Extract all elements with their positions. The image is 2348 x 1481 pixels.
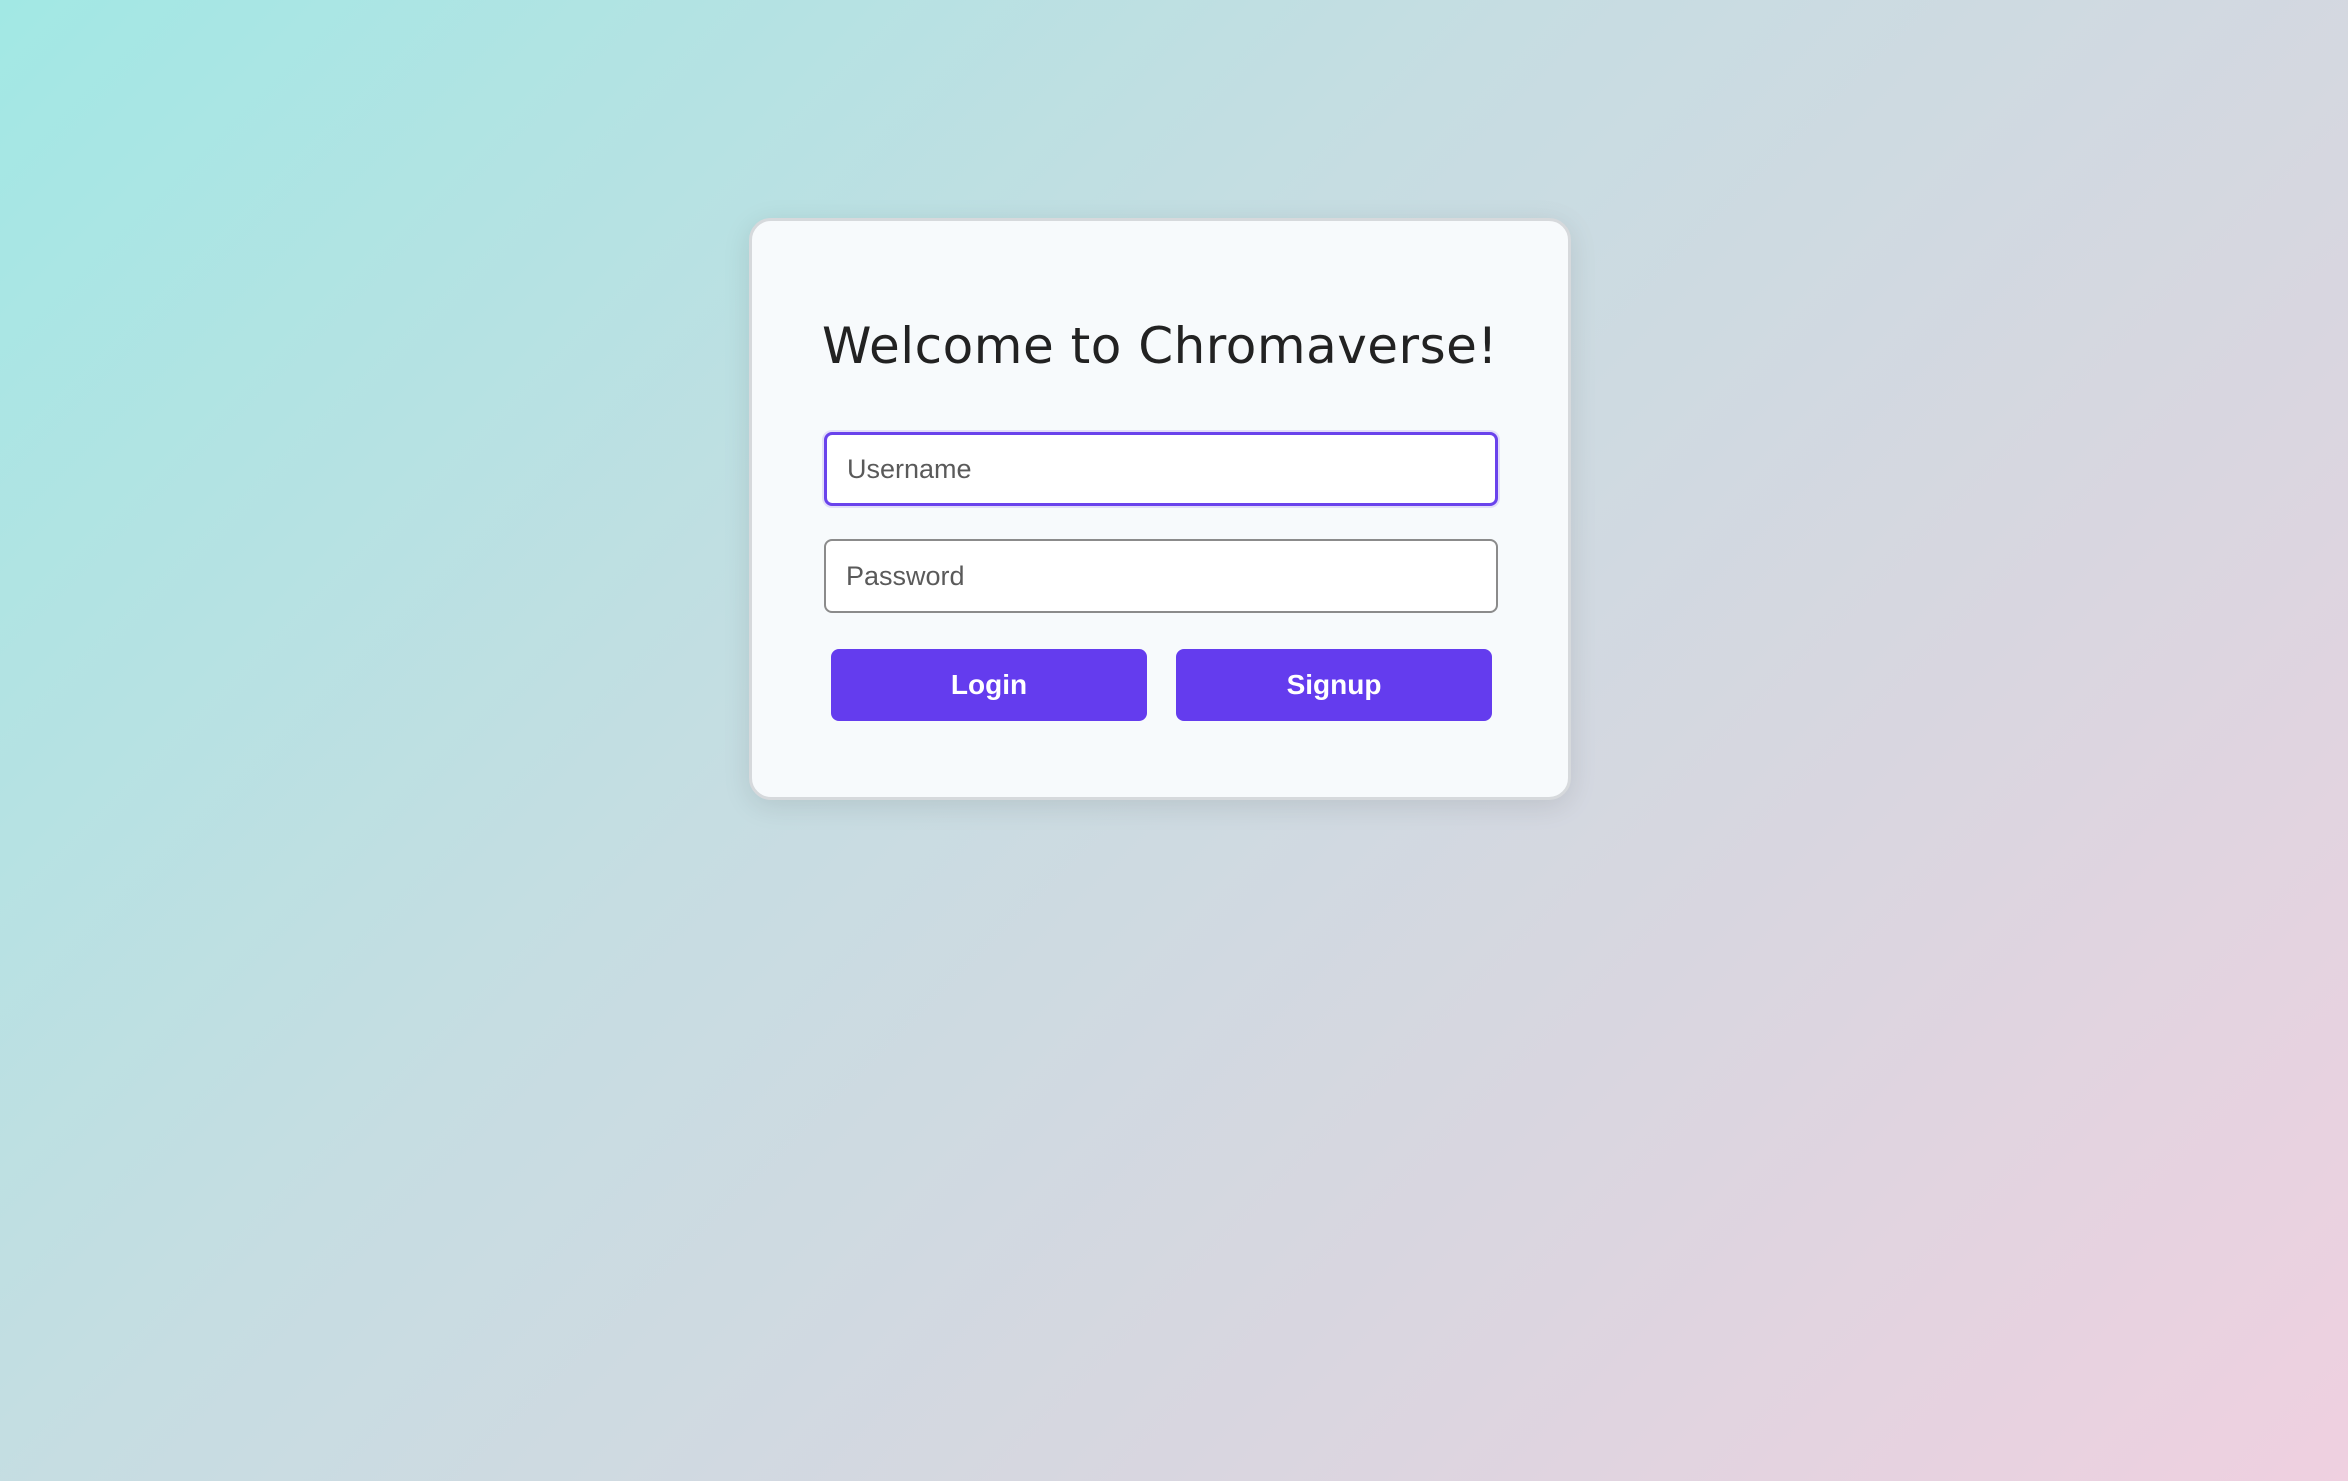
- username-input[interactable]: [824, 432, 1498, 506]
- login-button[interactable]: Login: [831, 649, 1147, 721]
- login-card: Welcome to Chromaverse! Login Signup: [749, 218, 1571, 800]
- password-input[interactable]: [824, 539, 1498, 613]
- page-title: Welcome to Chromaverse!: [822, 317, 1498, 375]
- signup-button[interactable]: Signup: [1176, 649, 1492, 721]
